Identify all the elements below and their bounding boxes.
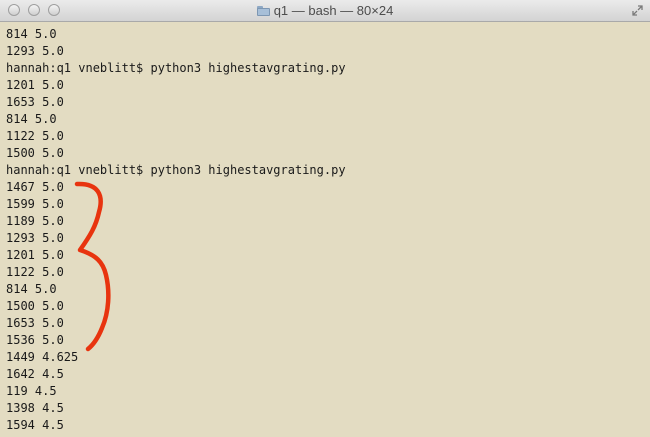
terminal-line: 814 5.0 (6, 112, 57, 126)
terminal-line: 1536 5.0 (6, 333, 64, 347)
terminal-line: 1122 5.0 (6, 265, 64, 279)
terminal-line: 1594 4.5 (6, 418, 64, 432)
terminal-line: 1500 5.0 (6, 146, 64, 160)
terminal-line: 1653 5.0 (6, 95, 64, 109)
terminal-line: 1467 5.0 (6, 180, 64, 194)
window-title: q1 — bash — 80×24 (273, 3, 394, 18)
terminal-line: hannah:q1 vneblitt$ python3 highestavgra… (6, 163, 346, 177)
terminal-line: 1398 4.5 (6, 401, 64, 415)
terminal-line: 814 5.0 (6, 27, 57, 41)
terminal-line: 1189 5.0 (6, 214, 64, 228)
title-bar: q1 — bash — 80×24 (0, 0, 650, 22)
terminal-window: q1 — bash — 80×24 814 5.0 1293 5.0 hanna… (0, 0, 650, 437)
terminal-line: 119 4.5 (6, 384, 57, 398)
terminal-line: 1449 4.625 (6, 350, 79, 364)
terminal-line: 1201 5.0 (6, 78, 64, 92)
terminal-line: 814 5.0 (6, 282, 57, 296)
terminal-line: 1653 5.0 (6, 316, 64, 330)
terminal-line: 1642 4.5 (6, 367, 64, 381)
terminal-line: 1500 5.0 (6, 299, 64, 313)
terminal-line: 1293 5.0 (6, 231, 64, 245)
fullscreen-icon[interactable] (632, 5, 643, 16)
terminal-output[interactable]: 814 5.0 1293 5.0 hannah:q1 vneblitt$ pyt… (6, 26, 346, 434)
terminal-line: 1293 5.0 (6, 44, 64, 58)
terminal-line: 1599 5.0 (6, 197, 64, 211)
terminal-line: 1122 5.0 (6, 129, 64, 143)
terminal-line: 1201 5.0 (6, 248, 64, 262)
window-title-container: q1 — bash — 80×24 (0, 3, 650, 19)
folder-icon (256, 6, 270, 16)
terminal-line: hannah:q1 vneblitt$ python3 highestavgra… (6, 61, 346, 75)
